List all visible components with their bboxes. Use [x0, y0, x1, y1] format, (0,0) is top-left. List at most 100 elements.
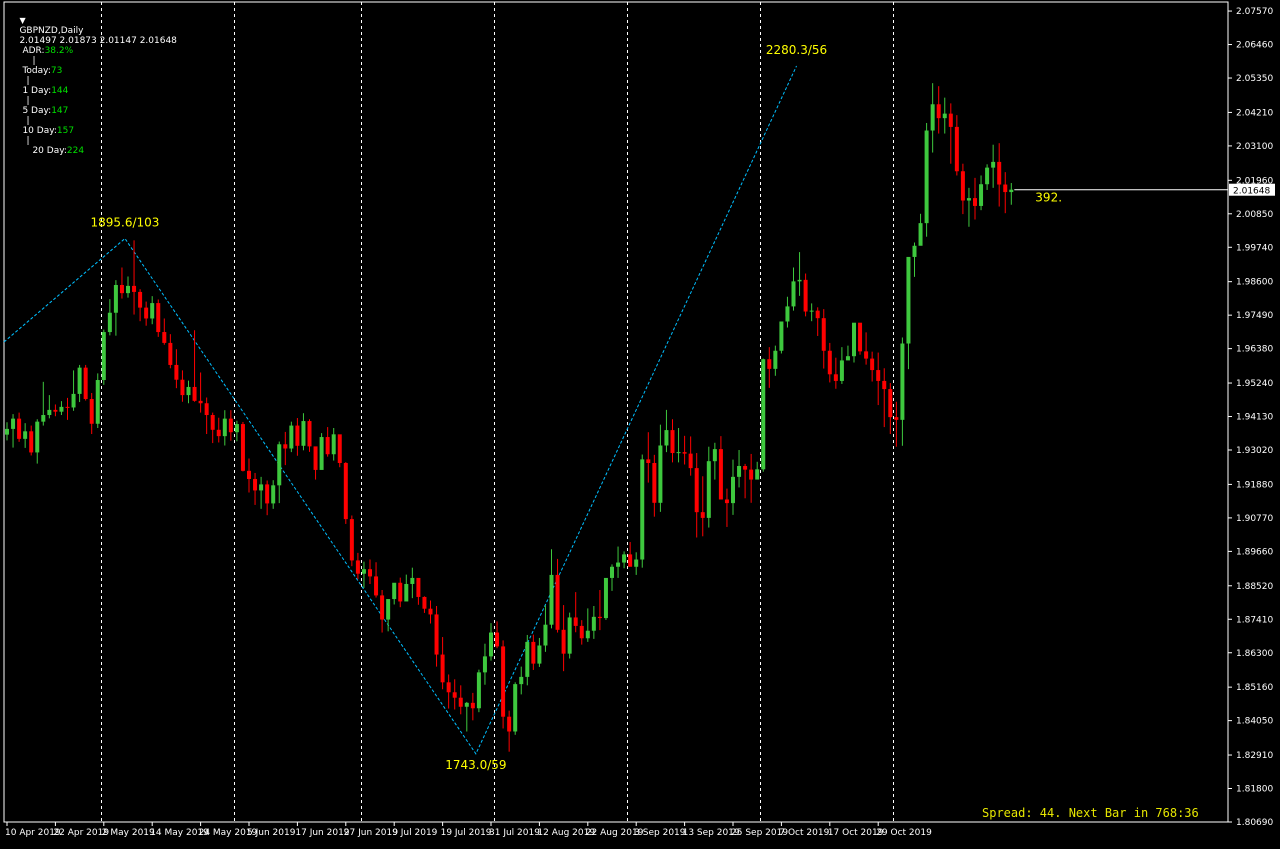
- candle-bull: [95, 380, 100, 424]
- candle-bear: [434, 614, 439, 655]
- candle-bull: [737, 466, 742, 477]
- candle-bear: [247, 470, 251, 479]
- candle-bear: [452, 692, 457, 698]
- x-tick-label: 2 May 2019: [102, 828, 155, 838]
- y-tick-label: 1.81800: [1236, 785, 1273, 795]
- candle-bull: [513, 684, 518, 732]
- candle-bear: [827, 350, 832, 375]
- candle-bear: [204, 403, 209, 416]
- candle-bull: [809, 310, 814, 312]
- candle-bull: [35, 421, 40, 453]
- candle-bear: [973, 198, 977, 206]
- candle-bull: [991, 161, 996, 168]
- candle-bear: [83, 367, 88, 400]
- candle-bear: [368, 569, 372, 577]
- d5-label: 5 Day:: [22, 106, 52, 116]
- candle-bull: [676, 452, 681, 454]
- candle-bull: [23, 431, 28, 439]
- candle-bear: [325, 437, 330, 455]
- y-tick-label: 1.99740: [1236, 243, 1273, 253]
- candle-bull: [5, 428, 9, 435]
- candle-bull: [482, 656, 487, 673]
- candle-bear: [428, 608, 433, 615]
- candle-bear: [17, 418, 22, 439]
- y-tick-label: 1.97490: [1236, 311, 1273, 321]
- candle-bull: [549, 574, 554, 625]
- candle-bull: [985, 167, 990, 185]
- adr-value: 38.2%: [44, 46, 74, 56]
- candle-bull: [259, 484, 264, 491]
- candle-bear: [89, 399, 94, 424]
- y-tick-label: 1.87410: [1236, 615, 1273, 625]
- candle-bull: [277, 444, 282, 486]
- candle-bear: [718, 449, 723, 500]
- x-tick-label: 19 Jul 2019: [441, 828, 492, 838]
- candle-bull: [839, 360, 844, 381]
- candle-bear: [531, 641, 536, 664]
- candle-bull: [942, 113, 947, 119]
- candle-bull: [319, 437, 324, 470]
- y-tick-label: 1.96380: [1236, 345, 1273, 355]
- candle-bull: [918, 223, 923, 246]
- price-chart[interactable]: 2.07570 2.06460 2.05350 2.04210 2.03100 2.019…: [0, 0, 1280, 845]
- candle-bear: [210, 415, 215, 430]
- candle-bull: [966, 198, 971, 201]
- candle-bull: [567, 617, 572, 654]
- candle-bull: [476, 672, 481, 709]
- candle-bear: [216, 429, 221, 437]
- candle-bear: [198, 400, 203, 404]
- y-tick-label: 1.90770: [1236, 514, 1273, 524]
- candle-bear: [380, 595, 385, 620]
- candle-bull: [71, 393, 76, 408]
- candle-bear: [119, 284, 124, 294]
- candle-bear: [29, 431, 34, 453]
- open-swing-label: 392.: [1035, 191, 1062, 205]
- candle-bear: [646, 459, 651, 463]
- y-tick-label: 2.07570: [1236, 7, 1273, 17]
- candle-bull: [930, 104, 935, 131]
- candle-bull: [622, 554, 627, 563]
- y-tick-label: 2.00850: [1236, 210, 1273, 220]
- candle-bear: [307, 421, 312, 447]
- candle-bear: [670, 430, 675, 454]
- candle-bear: [283, 444, 288, 449]
- triangle-down-icon[interactable]: ▼: [19, 16, 25, 25]
- candle-bull: [525, 641, 530, 677]
- candle-bull: [664, 430, 669, 446]
- candle-bear: [349, 519, 354, 561]
- candle-bear: [749, 469, 754, 480]
- d20-label: 20 Day:: [32, 146, 67, 156]
- candle-bull: [773, 350, 778, 369]
- candle-bull: [331, 434, 336, 455]
- candle-bull: [271, 485, 276, 504]
- candle-bull: [610, 566, 614, 578]
- y-tick-label: 1.80690: [1236, 818, 1273, 828]
- swing-label: 1895.6/103: [91, 216, 160, 230]
- x-tick-label: 27 Jun 2019: [344, 828, 398, 838]
- candle-bull: [706, 461, 711, 518]
- candle-bear: [168, 342, 173, 365]
- candle-bear: [253, 478, 258, 491]
- candle-bear: [501, 646, 506, 717]
- candle-bull: [616, 562, 621, 567]
- candle-bull: [289, 425, 294, 449]
- candle-bear: [700, 512, 705, 518]
- y-tick-label: 1.93020: [1236, 446, 1273, 456]
- candle-bear: [628, 554, 633, 567]
- y-tick-label: 1.91880: [1236, 480, 1273, 490]
- candle-bear: [1003, 184, 1008, 193]
- d10-label: 10 Day:: [22, 126, 57, 136]
- candle-bull: [1009, 189, 1014, 193]
- candle-bear: [228, 418, 233, 433]
- candle-bull: [59, 406, 64, 412]
- candle-bear: [138, 291, 143, 308]
- candle-bear: [743, 466, 748, 470]
- y-tick-label: 1.95240: [1236, 379, 1273, 389]
- zigzag-line: [3, 65, 797, 755]
- chart-canvas[interactable]: 2.075702.064602.053502.042102.031002.019…: [0, 0, 1280, 845]
- candle-bear: [682, 452, 687, 454]
- candle-bear: [803, 279, 808, 312]
- candle-bear: [858, 322, 863, 352]
- candle-bull: [797, 279, 802, 282]
- y-tick-label: 2.04210: [1236, 108, 1273, 118]
